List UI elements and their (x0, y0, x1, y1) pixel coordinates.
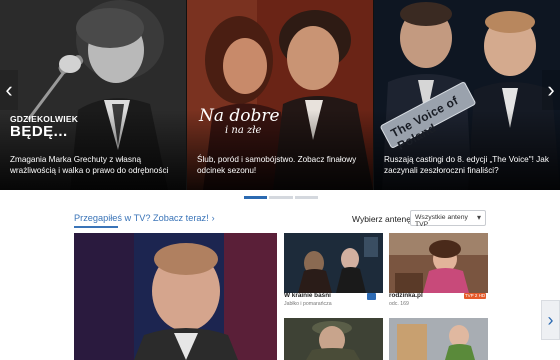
logo-line: BĘDĘ... (10, 123, 68, 140)
video-tile[interactable] (389, 233, 488, 293)
video-tile[interactable] (284, 318, 383, 360)
carousel-slide[interactable]: The Voice of Poland Ruszają castingi do … (374, 0, 560, 190)
carousel-dot[interactable] (244, 196, 268, 199)
featured-video-thumbnail (74, 233, 277, 360)
video-thumbnail (284, 233, 383, 293)
slide-description: Ruszają castingi do 8. edycji „The Voice… (384, 155, 549, 175)
section-underline (74, 226, 118, 228)
video-tile[interactable] (389, 318, 488, 360)
logo-line: Na dobre (199, 106, 280, 126)
grid-next-button[interactable]: › (541, 300, 560, 340)
channel-badge: TVP 2 HD (464, 293, 486, 299)
video-tile[interactable] (284, 233, 383, 293)
section-title-link[interactable]: Przegapiłeś w TV? Zobacz teraz! › (74, 213, 215, 223)
hero-carousel: GDZIEKOLWIEK BĘDĘ... Zmagania Marka Grec… (0, 0, 560, 190)
section-title: Przegapiłeś w TV? Zobacz teraz! (74, 213, 209, 223)
video-thumbnail (389, 318, 488, 360)
slide-description: Ślub, poród i samobójstwo. Zobacz finało… (197, 155, 357, 175)
carousel-slide[interactable]: GDZIEKOLWIEK BĘDĘ... Zmagania Marka Grec… (0, 0, 186, 190)
slide-description: Zmagania Marka Grechuty z własną wrażliw… (10, 155, 169, 175)
video-thumbnail (284, 318, 383, 360)
chevron-right-icon: › (211, 213, 215, 223)
show-logo-na-dobre: Na dobre i na złe (199, 106, 280, 137)
antenna-select[interactable]: Wszystkie anteny TVP ▾ (410, 210, 486, 228)
tile-title[interactable]: W krainie baśni (284, 292, 331, 299)
page: GDZIEKOLWIEK BĘDĘ... Zmagania Marka Grec… (0, 0, 560, 360)
logo-line: i na złe (225, 125, 262, 136)
show-logo-gdziekolwiek: GDZIEKOLWIEK BĘDĘ... (10, 114, 78, 139)
antenna-label: Wybierz antenę: (352, 214, 414, 224)
carousel-dot[interactable] (269, 196, 293, 199)
chevron-down-icon: ▾ (476, 213, 481, 222)
featured-video-tile[interactable] (74, 233, 277, 360)
carousel-pagination (244, 196, 318, 199)
tile-subtitle: odc. 169 (389, 301, 409, 307)
carousel-slide[interactable]: Na dobre i na złe Ślub, poród i samobójs… (187, 0, 373, 190)
video-thumbnail (389, 233, 488, 293)
missed-on-tv-header: Przegapiłeś w TV? Zobacz teraz! › Wybierz… (74, 208, 486, 230)
antenna-select-value: Wszystkie anteny TVP (415, 214, 468, 228)
channel-logo-icon (367, 293, 376, 300)
carousel-prev-button[interactable]: ‹ (0, 70, 18, 110)
tile-title[interactable]: rodzinka.pl (389, 292, 423, 299)
tile-subtitle: Jabłko i pomarańcza (284, 301, 332, 307)
carousel-next-button[interactable]: › (542, 70, 560, 110)
carousel-dot[interactable] (294, 196, 318, 199)
